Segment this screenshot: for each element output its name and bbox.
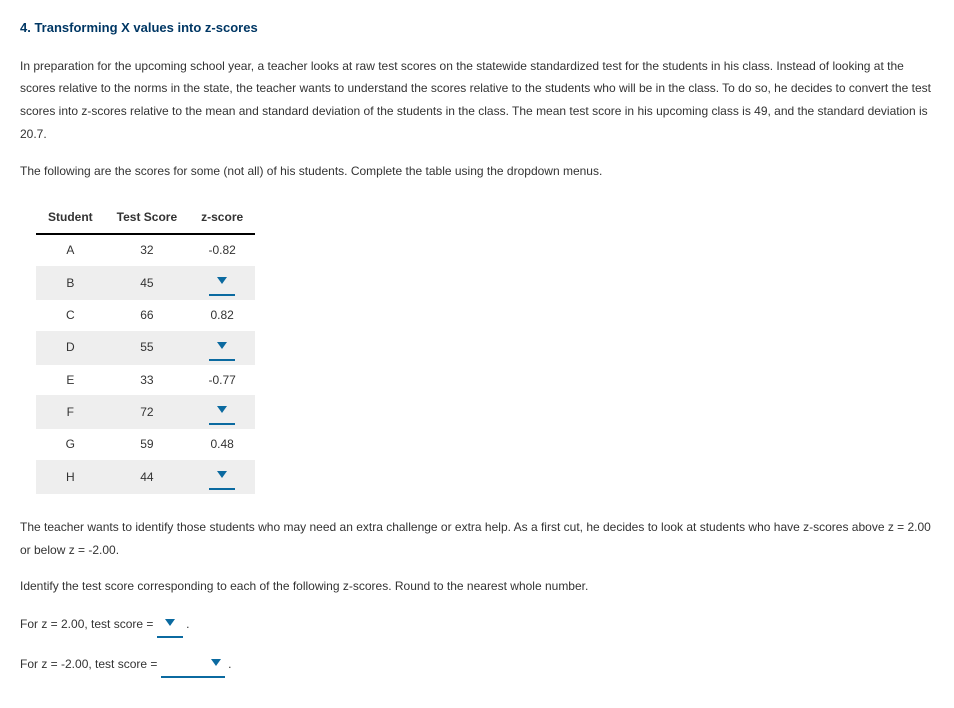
cell-zscore: 0.48 xyxy=(189,429,255,460)
table-row: F72 xyxy=(36,395,255,429)
cell-score: 72 xyxy=(105,395,189,429)
cell-student: H xyxy=(36,460,105,494)
table-row: B45 xyxy=(36,266,255,300)
cell-score: 66 xyxy=(105,300,189,331)
cell-zscore xyxy=(189,460,255,494)
table-row: A32-0.82 xyxy=(36,234,255,266)
col-test-score: Test Score xyxy=(105,201,189,235)
dropdown-zscore[interactable] xyxy=(209,270,235,296)
score-table: Student Test Score z-score A32-0.82B45C6… xyxy=(36,201,255,494)
chevron-down-icon xyxy=(217,277,227,284)
cell-zscore xyxy=(189,395,255,429)
cell-score: 44 xyxy=(105,460,189,494)
dropdown-z-positive[interactable] xyxy=(157,612,183,638)
col-student: Student xyxy=(36,201,105,235)
cell-zscore: -0.77 xyxy=(189,365,255,396)
instructions-paragraph: The following are the scores for some (n… xyxy=(20,160,934,183)
table-row: D55 xyxy=(36,331,255,365)
chevron-down-icon xyxy=(165,619,175,626)
table-row: E33-0.77 xyxy=(36,365,255,396)
dropdown-zscore[interactable] xyxy=(209,335,235,361)
table-row: H44 xyxy=(36,460,255,494)
table-row: G590.48 xyxy=(36,429,255,460)
cell-score: 33 xyxy=(105,365,189,396)
cell-score: 32 xyxy=(105,234,189,266)
q1-suffix: . xyxy=(186,617,189,631)
chevron-down-icon xyxy=(217,471,227,478)
cell-student: C xyxy=(36,300,105,331)
followup-paragraph-1: The teacher wants to identify those stud… xyxy=(20,516,934,562)
q2-prefix: For z = -2.00, test score = xyxy=(20,657,161,671)
table-row: C660.82 xyxy=(36,300,255,331)
question-z-negative: For z = -2.00, test score = . xyxy=(20,652,934,678)
dropdown-z-negative[interactable] xyxy=(161,652,225,678)
cell-zscore xyxy=(189,266,255,300)
q2-suffix: . xyxy=(228,657,231,671)
intro-paragraph: In preparation for the upcoming school y… xyxy=(20,55,934,146)
chevron-down-icon xyxy=(211,659,221,666)
cell-score: 55 xyxy=(105,331,189,365)
cell-student: B xyxy=(36,266,105,300)
chevron-down-icon xyxy=(217,342,227,349)
cell-zscore: 0.82 xyxy=(189,300,255,331)
followup-paragraph-2: Identify the test score corresponding to… xyxy=(20,575,934,598)
cell-student: A xyxy=(36,234,105,266)
cell-student: D xyxy=(36,331,105,365)
chevron-down-icon xyxy=(217,406,227,413)
cell-student: E xyxy=(36,365,105,396)
col-z-score: z-score xyxy=(189,201,255,235)
cell-student: F xyxy=(36,395,105,429)
cell-student: G xyxy=(36,429,105,460)
dropdown-zscore[interactable] xyxy=(209,464,235,490)
cell-zscore xyxy=(189,331,255,365)
cell-score: 45 xyxy=(105,266,189,300)
cell-zscore: -0.82 xyxy=(189,234,255,266)
dropdown-zscore[interactable] xyxy=(209,399,235,425)
question-z-positive: For z = 2.00, test score = . xyxy=(20,612,934,638)
q1-prefix: For z = 2.00, test score = xyxy=(20,617,157,631)
section-heading: 4. Transforming X values into z-scores xyxy=(20,16,934,41)
cell-score: 59 xyxy=(105,429,189,460)
